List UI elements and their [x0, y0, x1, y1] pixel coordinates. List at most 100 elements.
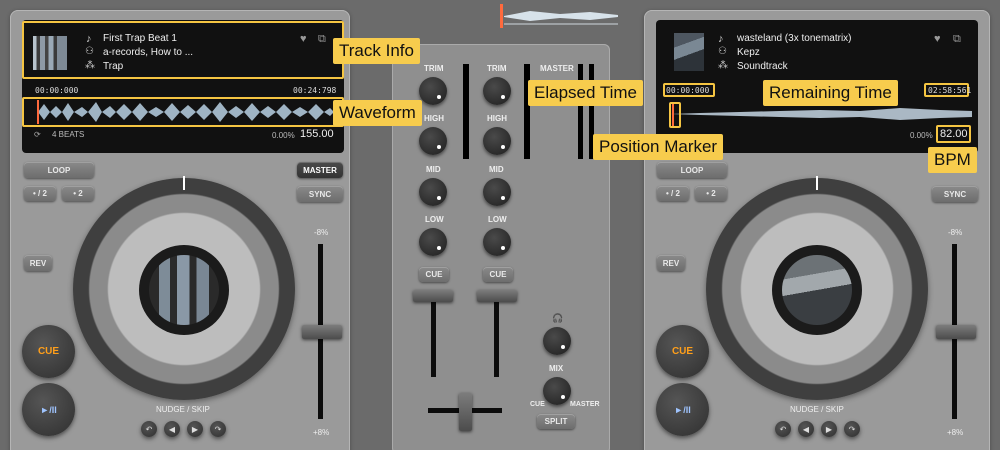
right-skip-fwd-button[interactable]: ▶ [821, 421, 837, 437]
left-sync-button[interactable]: SYNC [297, 186, 343, 202]
ch2-volume-track [494, 295, 499, 377]
callout-bpm: BPM [928, 147, 977, 173]
right-pitch-fader[interactable] [936, 325, 976, 339]
ch2-low-knob[interactable] [483, 228, 511, 256]
right-track-title: wasteland (3x tonematrix) [737, 33, 852, 44]
right-sync-button[interactable]: SYNC [932, 186, 978, 202]
genre-icon: ⁂ [718, 60, 728, 71]
external-link-icon[interactable]: ⧉ [953, 33, 961, 46]
right-elapsed: 00:00:000 [666, 86, 710, 95]
right-rev-button[interactable]: REV [657, 255, 685, 271]
left-nudge-back-button[interactable]: ↶ [141, 421, 157, 437]
headphones-icon: 🎧 [552, 313, 564, 323]
crossfader-knob[interactable] [459, 393, 472, 431]
left-play-label: ►/II [40, 404, 57, 415]
right-position-marker-highlight [669, 102, 681, 128]
left-jog-top-marker [183, 176, 185, 190]
left-nudge-label: NUDGE / SKIP [156, 405, 210, 414]
mix-master-label: MASTER [570, 401, 600, 408]
callout-waveform: Waveform [333, 100, 422, 126]
right-loop-button[interactable]: LOOP [657, 162, 727, 178]
ch2-trim-knob[interactable] [483, 77, 511, 105]
right-jog-top-marker [816, 176, 818, 190]
ch1-mid-label: MID [426, 165, 441, 174]
people-icon: ⚇ [718, 46, 727, 57]
ch2-trim-label: TRIM [487, 64, 507, 73]
left-elapsed: 00:00:000 [35, 86, 79, 95]
left-master-button[interactable]: MASTER [297, 162, 343, 178]
right-album-art [674, 33, 704, 71]
left-skip-back-button[interactable]: ◀ [164, 421, 180, 437]
left-skip-fwd-button[interactable]: ▶ [187, 421, 203, 437]
master-meter-label: MASTER [540, 64, 574, 73]
ch1-high-label: HIGH [424, 114, 444, 123]
left-rev-button[interactable]: REV [24, 255, 52, 271]
cue-mix-knob[interactable] [543, 377, 571, 405]
right-double-button[interactable]: • 2 [695, 186, 727, 201]
master-waveform-overview [500, 2, 620, 30]
left-loop-button[interactable]: LOOP [24, 162, 94, 178]
left-pitch-percent: 0.00% [272, 131, 295, 140]
right-nudge-label: NUDGE / SKIP [790, 405, 844, 414]
right-nudge-fwd-button[interactable]: ↷ [844, 421, 860, 437]
ch1-mid-knob[interactable] [419, 178, 447, 206]
ch1-volume-fader[interactable] [413, 290, 453, 302]
right-play-label: ►/II [674, 404, 691, 415]
right-channel-meter [524, 64, 530, 159]
right-cue-button[interactable]: CUE [656, 325, 709, 378]
left-cue-button[interactable]: CUE [22, 325, 75, 378]
left-bpm: 155.00 [300, 128, 334, 140]
right-pitch-min: +8% [947, 428, 964, 437]
music-note-icon: ♪ [718, 33, 724, 45]
right-skip-back-button[interactable]: ◀ [798, 421, 814, 437]
ch1-cue-button[interactable]: CUE [419, 267, 449, 282]
right-pitch-percent: 0.00% [910, 131, 933, 140]
ch2-high-label: HIGH [487, 114, 507, 123]
heart-icon[interactable]: ♥ [934, 33, 941, 45]
right-jog-center-art [772, 245, 862, 335]
left-waveform-highlight [22, 97, 344, 127]
ch2-high-knob[interactable] [483, 127, 511, 155]
right-bpm: 82.00 [940, 128, 968, 140]
left-pitch-max: -8% [314, 228, 329, 237]
left-channel-meter [463, 64, 469, 159]
ch2-mid-label: MID [489, 165, 504, 174]
ch1-high-knob[interactable] [419, 127, 447, 155]
callout-elapsed-time: Elapsed Time [528, 80, 643, 106]
left-double-button[interactable]: • 2 [62, 186, 94, 201]
ch1-trim-label: TRIM [424, 64, 444, 73]
mix-cue-label: CUE [530, 401, 545, 408]
left-pitch-min: +8% [313, 428, 330, 437]
callout-position-marker: Position Marker [593, 134, 724, 160]
ch1-trim-knob[interactable] [419, 77, 447, 105]
ch1-low-knob[interactable] [419, 228, 447, 256]
left-half-button[interactable]: • / 2 [24, 186, 56, 201]
left-play-pause-button[interactable]: ►/II [22, 383, 75, 436]
cue-volume-knob[interactable] [543, 327, 571, 355]
left-jog-center-art [139, 245, 229, 335]
callout-remaining-time: Remaining Time [763, 80, 898, 106]
right-remaining: 02:58:561 [928, 86, 972, 95]
ch2-mid-knob[interactable] [483, 178, 511, 206]
left-cue-label: CUE [37, 346, 60, 357]
loop-icon: ⟳ [34, 130, 41, 139]
left-remaining: 00:24:798 [293, 86, 337, 95]
ch1-volume-track [431, 295, 436, 377]
right-jog-artwork [782, 255, 852, 325]
ch2-cue-button[interactable]: CUE [483, 267, 513, 282]
ch2-low-label: LOW [488, 215, 507, 224]
right-play-pause-button[interactable]: ►/II [656, 383, 709, 436]
right-nudge-back-button[interactable]: ↶ [775, 421, 791, 437]
overview-svg [500, 4, 618, 28]
master-meter-left [578, 64, 583, 159]
ch2-volume-fader[interactable] [477, 290, 517, 302]
left-track-info-highlight [22, 21, 344, 79]
left-beats: 4 BEATS [52, 130, 85, 139]
split-button[interactable]: SPLIT [537, 414, 575, 429]
mix-label: MIX [549, 364, 564, 373]
ch1-low-label: LOW [425, 215, 444, 224]
left-jog-artwork [149, 255, 219, 325]
left-pitch-fader[interactable] [302, 325, 342, 339]
right-half-button[interactable]: • / 2 [657, 186, 689, 201]
left-nudge-fwd-button[interactable]: ↷ [210, 421, 226, 437]
